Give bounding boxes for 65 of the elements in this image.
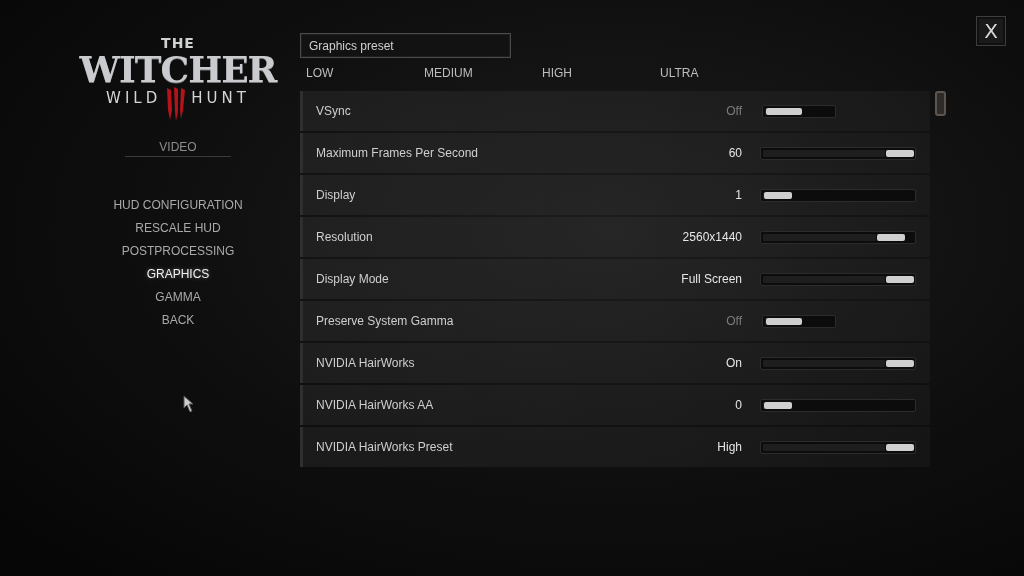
menu-item[interactable]: GRAPHICS [146,266,210,283]
close-button[interactable]: X [976,16,1006,46]
preset-option[interactable]: MEDIUM [418,66,536,80]
slider-track[interactable] [760,356,916,370]
slider-thumb[interactable] [764,401,792,409]
setting-label: Resolution [315,230,374,244]
slider-thumb[interactable] [885,359,914,367]
toggle-track[interactable] [762,314,836,328]
slider-track[interactable] [760,398,916,412]
menu-item[interactable]: HUD CONFIGURATION [113,197,243,214]
setting-label: NVIDIA HairWorks AA [315,398,435,412]
setting-row[interactable]: NVIDIA HairWorks On [300,343,930,383]
slider-track[interactable] [760,146,916,160]
logo-title: WITCHER [79,50,277,88]
menu-item[interactable]: POSTPROCESSING [121,243,235,260]
slider-track[interactable] [760,188,916,202]
slider-thumb[interactable] [766,317,802,325]
setting-label: Preserve System Gamma [315,314,455,328]
menu-item[interactable]: GAMMA [155,289,201,306]
slider-thumb[interactable] [885,149,914,157]
setting-value: 0 [735,398,742,412]
setting-label: Display [315,188,357,202]
slider-track[interactable] [760,230,916,244]
setting-value: High [717,440,742,454]
logo-text: THE [161,36,195,50]
setting-row[interactable]: Resolution 2560x1440 [300,217,930,257]
section-title: VIDEO [125,140,231,157]
setting-value: 2560x1440 [682,230,742,244]
setting-label: Display Mode [315,272,390,286]
setting-value: 60 [728,146,742,160]
slider-thumb[interactable] [766,107,802,115]
setting-value: Off [726,314,742,328]
slider-thumb[interactable] [885,275,914,283]
scrollbar-thumb[interactable] [935,91,946,116]
logo-text: WILD [106,88,162,108]
setting-value: 1 [735,188,742,202]
setting-label: VSync [315,104,352,118]
slider-thumb[interactable] [885,443,914,451]
slider-track[interactable] [760,440,916,454]
setting-row[interactable]: NVIDIA HairWorks AA 0 [300,385,930,425]
setting-row[interactable]: Maximum Frames Per Second 60 [300,133,930,173]
preset-option[interactable]: HIGH [536,66,654,80]
claw-marks-icon [165,86,188,122]
menu-item[interactable]: RESCALE HUD [135,220,221,237]
toggle-track[interactable] [762,104,836,118]
slider-track[interactable] [760,272,916,286]
slider-thumb[interactable] [764,191,792,199]
setting-row[interactable]: Display 1 [300,175,930,215]
cursor-icon [183,395,195,413]
setting-value: On [726,356,742,370]
preset-option[interactable]: LOW [300,66,418,80]
preset-option[interactable]: ULTRA [654,66,772,80]
setting-label: NVIDIA HairWorks Preset [315,440,454,454]
setting-row[interactable]: Display Mode Full Screen [300,259,930,299]
setting-value: Full Screen [681,272,742,286]
setting-value: Off [726,104,742,118]
setting-label: Maximum Frames Per Second [315,146,480,160]
setting-row[interactable]: VSync Off [300,91,930,131]
preset-field[interactable]: Graphics preset [300,33,511,58]
menu-item[interactable]: BACK [161,312,195,329]
logo-text: HUNT [191,88,250,108]
setting-label: NVIDIA HairWorks [315,356,416,370]
setting-row[interactable]: Preserve System Gamma Off [300,301,930,341]
slider-thumb[interactable] [876,233,905,241]
setting-row[interactable]: NVIDIA HairWorks Preset High [300,427,930,467]
